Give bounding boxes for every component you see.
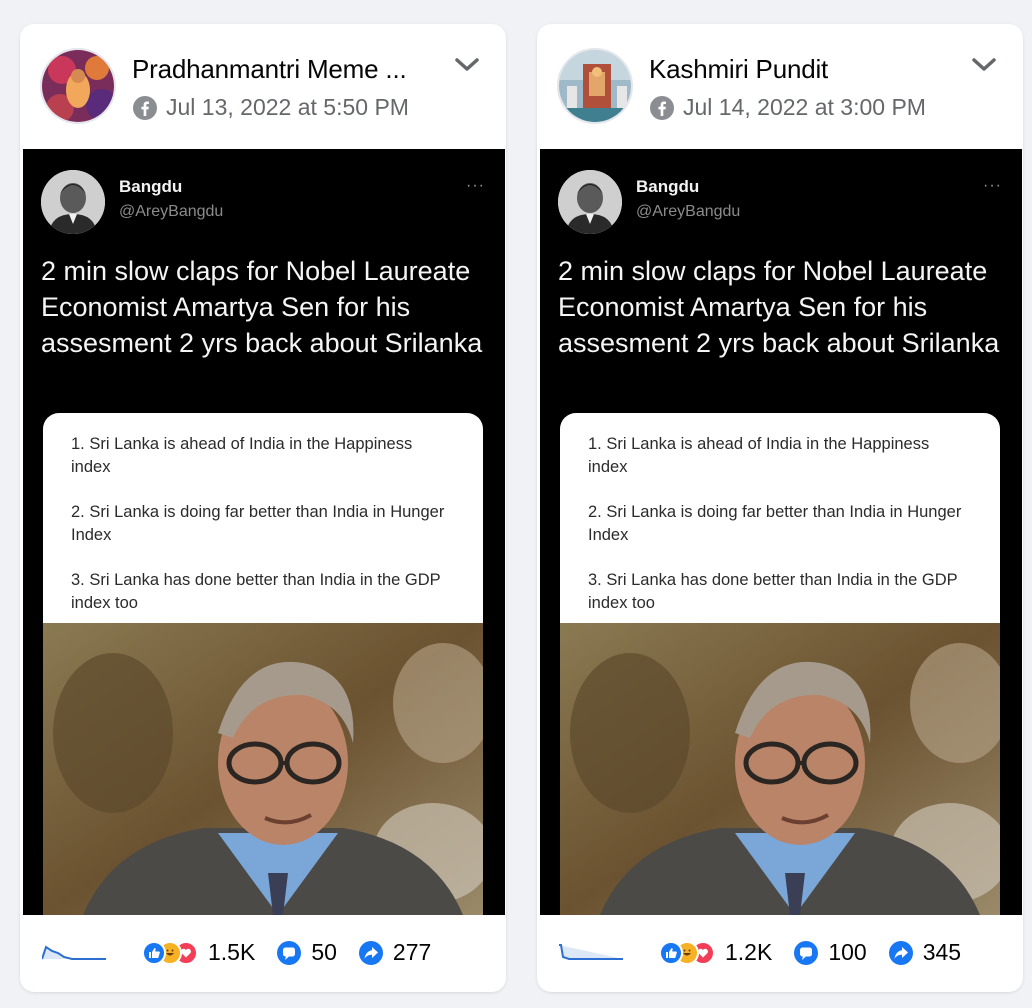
comment-icon	[794, 940, 819, 965]
portrait-photo	[43, 623, 483, 915]
tweet-author-handle: @AreyBangdu	[119, 203, 224, 220]
shares-count[interactable]: 345	[888, 939, 962, 966]
sparkline-icon[interactable]	[559, 941, 623, 961]
reactions-count[interactable]: 1.2K	[659, 939, 772, 966]
facebook-icon	[132, 95, 158, 121]
quote-line: 3. Sri Lanka has done better than India …	[588, 571, 958, 612]
reactions-count-label: 1.5K	[208, 939, 256, 965]
shares-count-label: 277	[392, 939, 432, 965]
quote-line: 1. Sri Lanka is ahead of India in the Ha…	[588, 435, 930, 476]
like-reaction-icon	[142, 940, 166, 965]
comments-count[interactable]: 50	[277, 939, 337, 966]
quote-line: 2. Sri Lanka is doing far better than In…	[588, 503, 962, 544]
post-meta: Jul 14, 2022 at 3:00 PM	[649, 94, 926, 121]
shares-count-label: 345	[922, 939, 962, 965]
like-reaction-icon	[659, 940, 683, 965]
post-image[interactable]: Bangdu @AreyBangdu ··· 2 min slow claps …	[540, 149, 1022, 915]
comments-count-label: 50	[311, 939, 337, 965]
post-timestamp[interactable]: Jul 13, 2022 at 5:50 PM	[166, 94, 409, 121]
post-card: Kashmiri Pundit Jul 14, 2022 at 3:00 PM …	[537, 24, 1023, 992]
quoted-list: 1. Sri Lanka is ahead of India in the Ha…	[560, 413, 1000, 625]
tweet-author-name: Bangdu	[636, 177, 700, 196]
page-name[interactable]: Kashmiri Pundit	[649, 54, 828, 85]
comments-count[interactable]: 100	[794, 939, 867, 966]
post-card: Pradhanmantri Meme ... Jul 13, 2022 at 5…	[20, 24, 506, 992]
tweet-text: 2 min slow claps for Nobel Laureate Econ…	[558, 256, 1000, 358]
quote-line: 2. Sri Lanka is doing far better than In…	[71, 503, 445, 544]
quoted-list: 1. Sri Lanka is ahead of India in the Ha…	[43, 413, 483, 625]
chevron-down-icon[interactable]	[971, 56, 997, 74]
page-name[interactable]: Pradhanmantri Meme ...	[132, 54, 407, 85]
tweet-text: 2 min slow claps for Nobel Laureate Econ…	[41, 256, 483, 358]
tweet-more-icon: ···	[983, 177, 1002, 194]
comment-icon	[277, 940, 302, 965]
chevron-down-icon[interactable]	[454, 56, 480, 74]
comments-count-label: 100	[828, 939, 867, 965]
page-avatar[interactable]	[557, 48, 633, 124]
quote-line: 3. Sri Lanka has done better than India …	[71, 571, 441, 612]
quote-line: 1. Sri Lanka is ahead of India in the Ha…	[71, 435, 413, 476]
tweet-author-name: Bangdu	[119, 177, 183, 196]
post-footer: 1.5K 50 277	[20, 915, 506, 992]
tweet-avatar	[41, 170, 105, 234]
reactions-count-label: 1.2K	[725, 939, 773, 965]
reactions-count[interactable]: 1.5K	[142, 939, 255, 966]
shares-count[interactable]: 277	[358, 939, 432, 966]
page-avatar[interactable]	[40, 48, 116, 124]
post-image[interactable]: Bangdu @AreyBangdu ··· 2 min slow claps …	[23, 149, 505, 915]
post-timestamp[interactable]: Jul 14, 2022 at 3:00 PM	[683, 94, 926, 121]
tweet-more-icon: ···	[466, 177, 485, 194]
facebook-icon	[649, 95, 675, 121]
post-meta: Jul 13, 2022 at 5:50 PM	[132, 94, 409, 121]
share-icon	[358, 940, 383, 965]
sparkline-icon[interactable]	[42, 941, 106, 961]
portrait-photo	[560, 623, 1000, 915]
tweet-author-handle: @AreyBangdu	[636, 203, 741, 220]
tweet-avatar	[558, 170, 622, 234]
share-icon	[888, 940, 913, 965]
post-footer: 1.2K 100 345	[537, 915, 1023, 992]
